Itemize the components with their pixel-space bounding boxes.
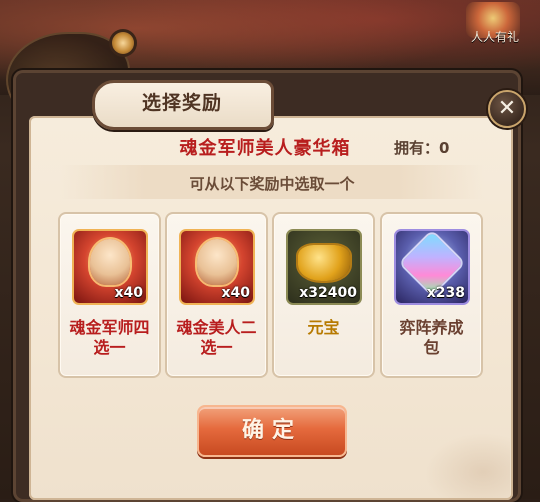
reward-name: 弈阵养成包 xyxy=(399,318,464,357)
hint-text: 可从以下奖励中选取一个 xyxy=(189,175,355,193)
confirm-label[interactable]: 确定 xyxy=(199,407,345,455)
reward-quantity: x238 xyxy=(426,285,465,301)
dialog-title: 选择奖励 xyxy=(141,92,222,114)
reward-icon-frame: x238 xyxy=(394,229,470,305)
reward-quantity: x40 xyxy=(221,285,250,301)
reward-name: 魂金军师四选一 xyxy=(69,318,150,357)
reward-card-ingot[interactable]: x32400 元宝 xyxy=(272,212,375,378)
close-icon[interactable]: ✕ xyxy=(490,92,524,126)
box-name: 魂金军师美人豪华箱 xyxy=(179,138,351,159)
reward-icon-frame: x40 xyxy=(179,229,255,305)
gold-ingot-icon xyxy=(298,245,350,281)
reward-quantity: x40 xyxy=(114,285,143,301)
ornament-icon xyxy=(112,32,134,54)
owned-count: 拥有：0 xyxy=(394,139,450,157)
reward-name: 魂金美人二选一 xyxy=(176,318,257,357)
gift-label[interactable]: 人人有礼 xyxy=(455,28,535,45)
hero-portrait-icon xyxy=(90,239,130,285)
reward-quantity: x32400 xyxy=(299,285,357,301)
reward-card-strategist[interactable]: x40 魂金军师四选一 xyxy=(58,212,161,378)
reward-name: 元宝 xyxy=(307,318,340,337)
reward-card-beauty[interactable]: x40 魂金美人二选一 xyxy=(165,212,268,378)
confirm-button[interactable]: 确定 xyxy=(197,405,347,457)
close-button[interactable]: ✕ xyxy=(488,90,526,128)
heroine-portrait-icon xyxy=(197,239,237,285)
reward-icon-frame: x40 xyxy=(72,229,148,305)
reward-card-pack[interactable]: x238 弈阵养成包 xyxy=(380,212,483,378)
reward-icon-frame: x32400 xyxy=(286,229,362,305)
decor-watermark xyxy=(420,430,510,500)
